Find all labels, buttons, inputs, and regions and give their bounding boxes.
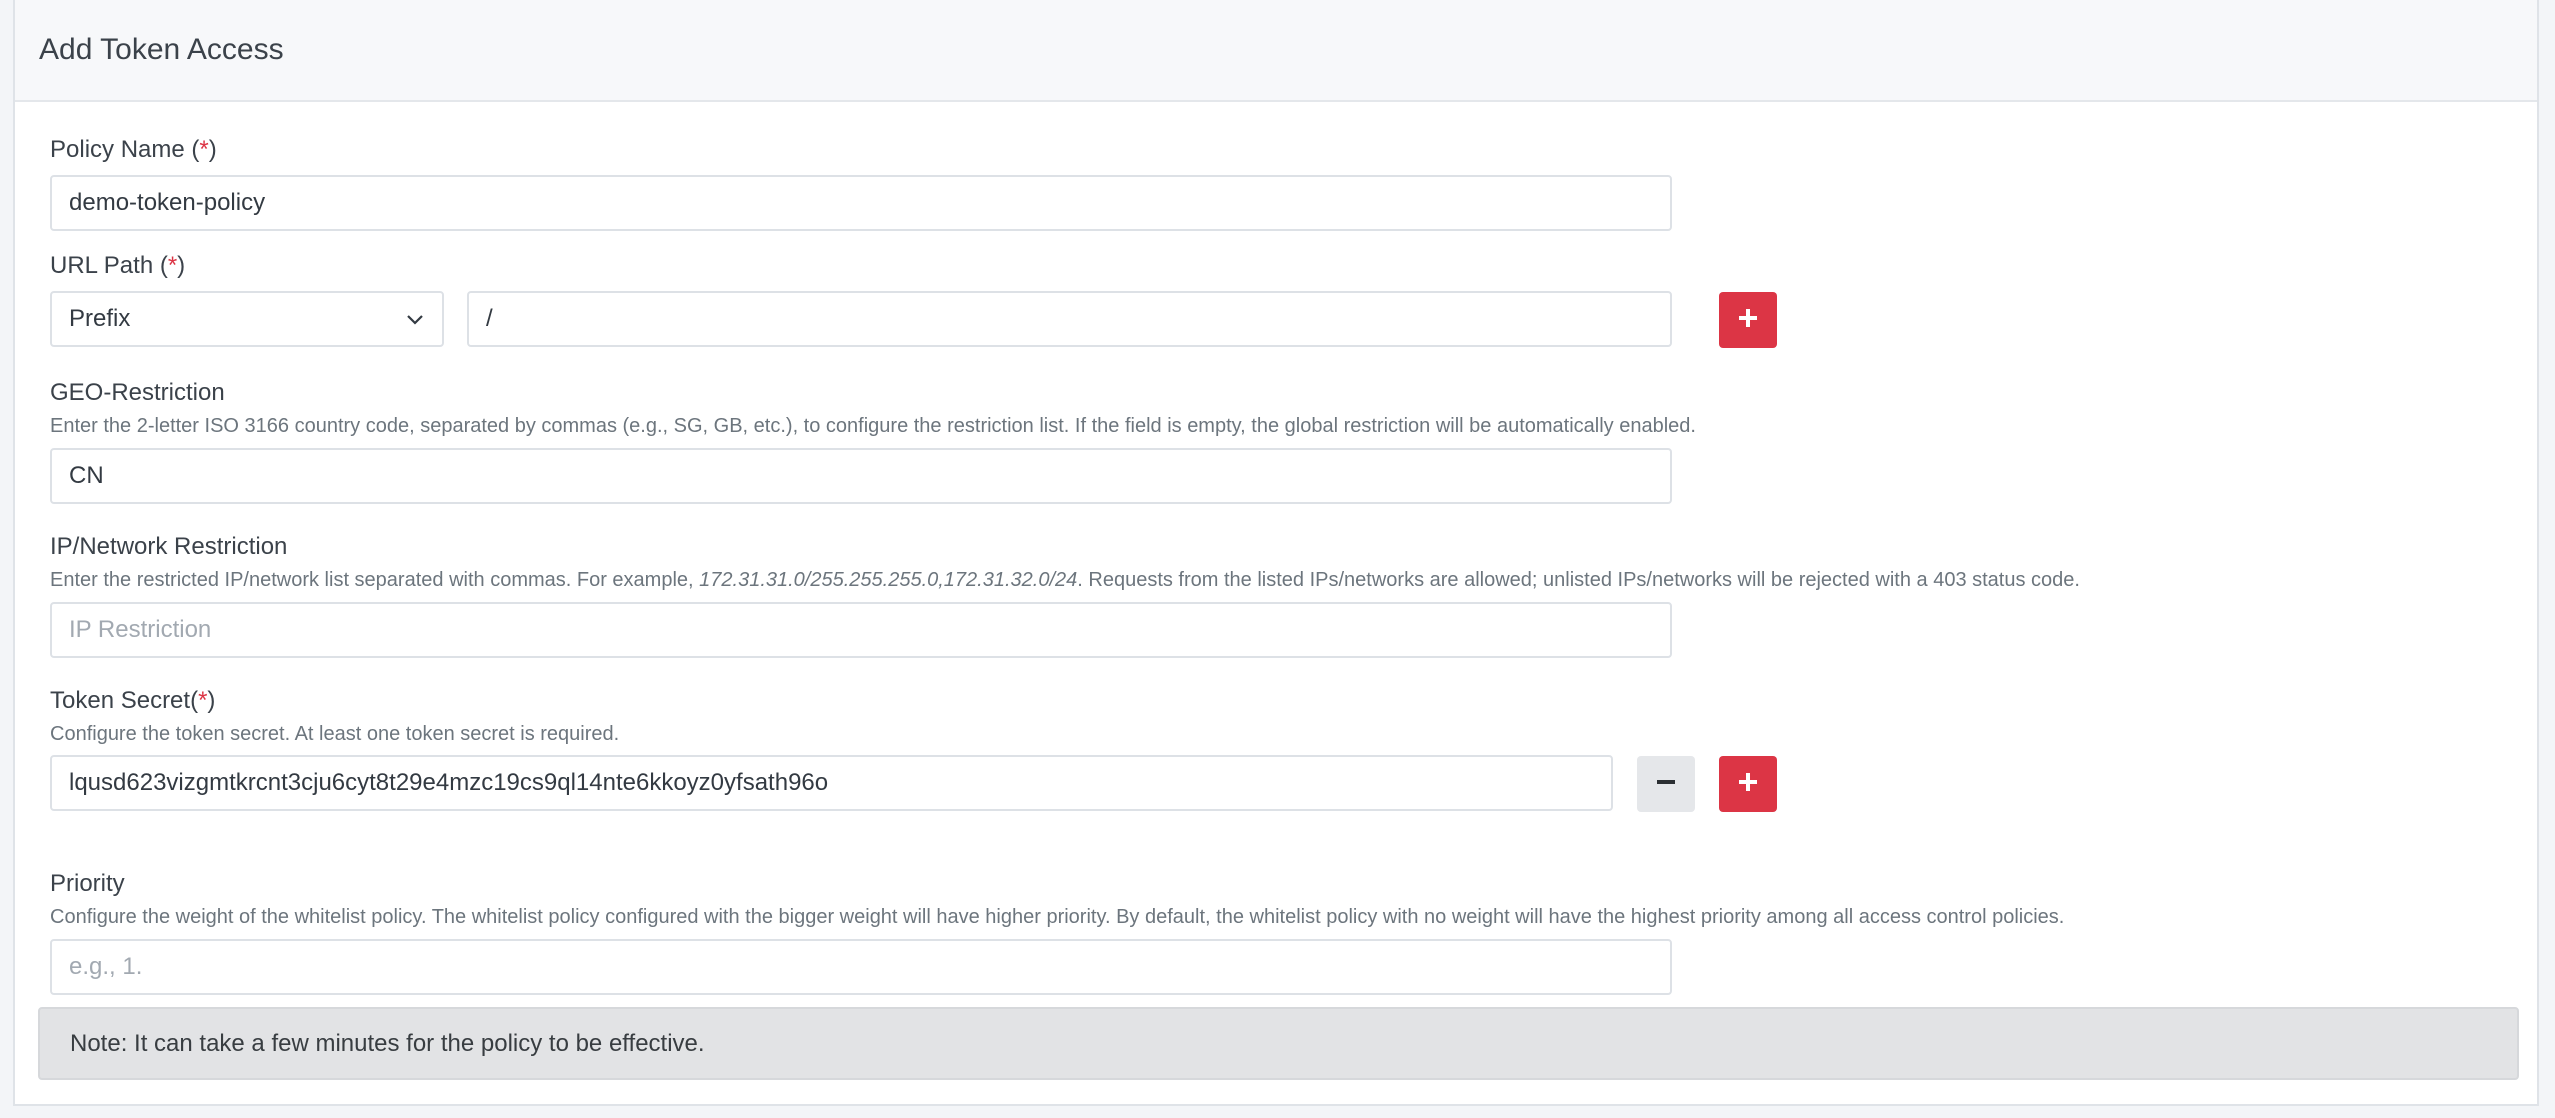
chevron-down-icon bbox=[406, 305, 424, 333]
required-mark: * bbox=[167, 252, 178, 279]
add-token-secret-button[interactable] bbox=[1719, 756, 1777, 812]
remove-token-secret-button[interactable] bbox=[1637, 756, 1695, 812]
add-token-access-card: Add Token Access Policy Name (*) URL Pat… bbox=[13, 0, 2539, 1106]
geo-restriction-help: Enter the 2-letter ISO 3166 country code… bbox=[50, 415, 1696, 437]
ip-restriction-example: 172.31.31.0/255.255.255.0,172.31.32.0/24 bbox=[699, 569, 1078, 591]
url-match-type-value: Prefix bbox=[69, 305, 131, 332]
priority-help: Configure the weight of the whitelist po… bbox=[50, 906, 2065, 928]
priority-label: Priority bbox=[50, 870, 125, 897]
ip-restriction-help: Enter the restricted IP/network list sep… bbox=[50, 569, 2080, 591]
token-secret-input[interactable] bbox=[50, 755, 1613, 811]
card-header: Add Token Access bbox=[15, 0, 2537, 102]
plus-icon bbox=[1737, 771, 1759, 798]
ip-restriction-input[interactable] bbox=[50, 602, 1672, 658]
info-note: Note: It can take a few minutes for the … bbox=[38, 1007, 2519, 1080]
ip-restriction-label: IP/Network Restriction bbox=[50, 533, 288, 560]
priority-input[interactable] bbox=[50, 939, 1672, 995]
minus-icon bbox=[1655, 771, 1677, 798]
add-url-path-button[interactable] bbox=[1719, 292, 1777, 348]
page-title: Add Token Access bbox=[39, 33, 284, 66]
required-mark: * bbox=[199, 136, 209, 163]
policy-name-input[interactable] bbox=[50, 175, 1672, 231]
url-path-input[interactable] bbox=[467, 291, 1672, 347]
plus-icon bbox=[1737, 307, 1759, 334]
url-path-label: URL Path (*) bbox=[50, 252, 186, 279]
geo-restriction-label: GEO-Restriction bbox=[50, 379, 225, 406]
url-match-type-select[interactable]: Prefix bbox=[50, 291, 444, 347]
token-secret-help: Configure the token secret. At least one… bbox=[50, 723, 620, 745]
policy-name-label: Policy Name (*) bbox=[50, 136, 217, 163]
token-secret-label: Token Secret(*) bbox=[50, 687, 216, 714]
info-note-text: Note: It can take a few minutes for the … bbox=[70, 1029, 705, 1057]
geo-restriction-input[interactable] bbox=[50, 448, 1672, 504]
